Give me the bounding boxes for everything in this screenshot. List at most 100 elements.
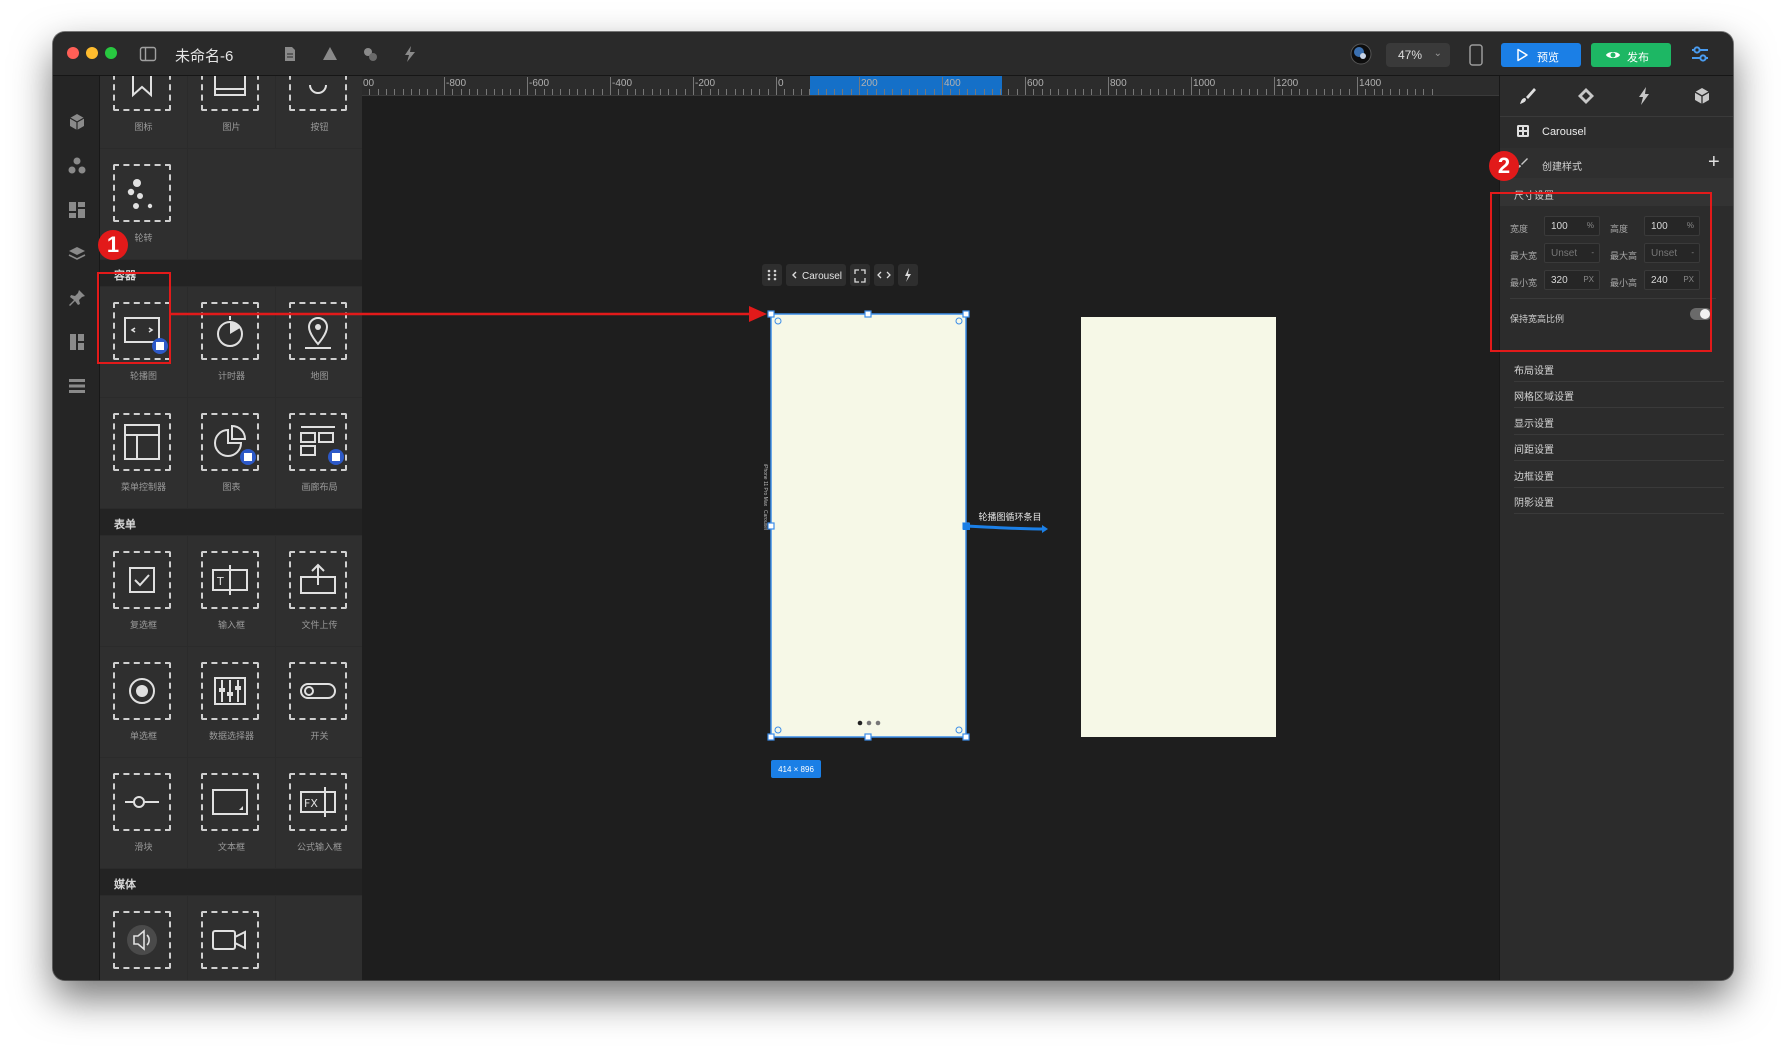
ruler-selection-highlight: [810, 76, 1002, 95]
ruler-tick-label: -800: [446, 78, 467, 89]
ruler-tick: [850, 89, 852, 95]
zoom-window-button[interactable]: [105, 47, 117, 59]
component-input[interactable]: T 输入框: [188, 536, 275, 646]
ruler-tick: [402, 89, 404, 95]
interaction-icon[interactable]: [401, 45, 419, 63]
user-avatar[interactable]: [1350, 43, 1372, 65]
publish-button[interactable]: 发布: [1591, 43, 1671, 67]
ruler-tick: [593, 89, 595, 95]
ruler-tick: [701, 89, 703, 95]
ruler-tick: [1116, 89, 1118, 95]
inspector-section-5[interactable]: 阴影设置: [1514, 486, 1724, 514]
code-icon[interactable]: [874, 264, 894, 286]
pin-icon[interactable]: [67, 288, 87, 308]
ruler-tick: [518, 89, 520, 95]
carousel-item-frame[interactable]: [1081, 317, 1276, 737]
component-image[interactable]: 图片: [188, 76, 275, 148]
ruler-tick: [1298, 89, 1300, 95]
components-icon[interactable]: [67, 156, 87, 176]
ruler-tick: [551, 89, 553, 95]
cube-icon[interactable]: [67, 112, 87, 132]
component-audio[interactable]: 音频: [100, 896, 187, 980]
fullscreen-icon[interactable]: [850, 264, 870, 286]
component-diamond-icon[interactable]: [1576, 86, 1596, 106]
component-checkbox[interactable]: 复选框: [100, 536, 187, 646]
component-gallery-layout[interactable]: 画廊布局: [276, 398, 362, 508]
ruler-tick-label: -400: [612, 78, 633, 89]
assets-icon[interactable]: [361, 45, 379, 63]
ruler-tick: [510, 89, 512, 95]
shapes-icon[interactable]: [321, 45, 339, 63]
component-formula-input[interactable]: FX 公式输入框: [276, 758, 362, 868]
ruler-tick: [1357, 77, 1358, 95]
ruler-tick: [1348, 89, 1350, 95]
ruler-tick: [867, 89, 869, 95]
ruler-tick: [610, 77, 611, 95]
svg-text:T: T: [216, 575, 224, 588]
component-data-picker[interactable]: 数据选择器: [188, 647, 275, 757]
list-icon[interactable]: [67, 376, 87, 396]
inspector-section-1[interactable]: 网格区域设置: [1514, 380, 1724, 409]
minimize-window-button[interactable]: [86, 47, 98, 59]
brush-icon[interactable]: [1518, 86, 1538, 106]
close-window-button[interactable]: [67, 47, 79, 59]
design-canvas[interactable]: Carousel iPhone 11 Pro Max Carousel 414 …: [362, 96, 1499, 980]
ruler-tick: [1398, 89, 1400, 95]
ruler-tick: [1232, 89, 1234, 95]
ruler-tick: [1249, 89, 1251, 95]
component-slider[interactable]: 滑块: [100, 758, 187, 868]
ruler-tick: [1290, 89, 1292, 95]
add-style-icon[interactable]: +: [1708, 151, 1720, 174]
component-switch[interactable]: 开关: [276, 647, 362, 757]
inspector-section-2[interactable]: 显示设置: [1514, 407, 1724, 435]
ruler-tick-label: 1200: [1276, 78, 1299, 89]
layout-icon[interactable]: [67, 200, 87, 220]
carousel-frame-selected[interactable]: [770, 313, 967, 738]
ruler-tick: [634, 89, 636, 95]
ruler-tick: [385, 89, 387, 95]
ruler-tick: [1199, 89, 1201, 95]
ruler-tick: [684, 89, 686, 95]
pages-icon[interactable]: [67, 332, 87, 352]
component-menu-controller[interactable]: 菜单控制器: [100, 398, 187, 508]
component-file-upload[interactable]: 文件上传: [276, 536, 362, 646]
ruler-tick: [1166, 89, 1168, 95]
component-radio[interactable]: 单选框: [100, 647, 187, 757]
data-cube-icon[interactable]: [1692, 86, 1712, 106]
layers-icon[interactable]: [67, 244, 87, 264]
document-icon[interactable]: [281, 45, 299, 63]
action-lightning-icon[interactable]: [1634, 86, 1654, 106]
zoom-value: 47%: [1398, 48, 1423, 62]
component-video[interactable]: 视频: [188, 896, 275, 980]
component-chart[interactable]: 图表: [188, 398, 275, 508]
inspector-section-0[interactable]: 布局设置: [1514, 354, 1724, 382]
horizontal-ruler[interactable]: 00 -800 -600 -400 -200 0 200 400 600 800 1000 1200 1…: [362, 76, 1499, 96]
ruler-tick: [560, 89, 562, 95]
speaker-icon: [113, 911, 171, 969]
ruler-tick: [1191, 77, 1192, 95]
drag-handle-button[interactable]: [762, 264, 782, 286]
ruler-tick: [917, 89, 919, 95]
canvas-layer: Carousel iPhone 11 Pro Max Carousel 414 …: [762, 264, 1276, 778]
component-button[interactable]: 按钮: [276, 76, 362, 148]
toggle-icon: [289, 662, 347, 720]
component-textarea[interactable]: 文本框: [188, 758, 275, 868]
inspector-section-4[interactable]: 边框设置: [1514, 460, 1724, 488]
preview-label: 预览: [1537, 52, 1559, 64]
ruler-tick: [900, 89, 902, 95]
component-icon[interactable]: 图标: [100, 76, 187, 148]
zoom-select[interactable]: 47% ⌄: [1386, 43, 1450, 67]
sidebar-toggle-icon[interactable]: [139, 45, 157, 63]
device-phone-icon[interactable]: [1468, 44, 1484, 66]
ruler-tick: [1257, 89, 1259, 95]
create-style-row[interactable]: 创建样式 +: [1500, 148, 1733, 178]
loop-connector[interactable]: [965, 524, 1047, 531]
ruler-tick: [460, 89, 462, 95]
ruler-tick-label: 00: [363, 78, 375, 89]
ruler-tick: [975, 89, 977, 95]
ruler-tick: [493, 89, 495, 95]
ruler-tick: [1423, 89, 1425, 95]
preview-button[interactable]: 预览: [1501, 43, 1581, 67]
inspector-section-3[interactable]: 间距设置: [1514, 433, 1724, 462]
settings-sliders-icon[interactable]: [1690, 44, 1710, 64]
